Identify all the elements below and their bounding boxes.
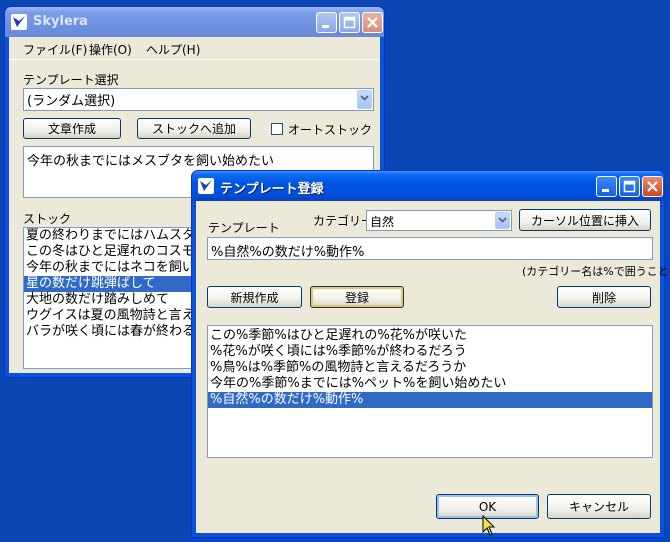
auto-stock-checkbox[interactable]	[271, 123, 283, 135]
generate-button[interactable]: 文章作成	[23, 118, 121, 139]
chevron-down-icon	[498, 217, 507, 223]
category-hint: (カテゴリー名は%で囲うこと)	[522, 265, 670, 278]
delete-button[interactable]: 削除	[557, 286, 651, 308]
output-text: 今年の秋までにはメスブタを飼い始めたい	[27, 154, 275, 169]
mouse-cursor-icon	[482, 515, 496, 536]
menu-help[interactable]: ヘルプ(H)	[146, 41, 200, 58]
template-item-selected[interactable]: %自然%の数だけ%動作%	[208, 392, 652, 408]
app-icon	[11, 14, 27, 30]
template-item[interactable]: %鳥%は%季節%の風物詩と言えるだろうか	[208, 360, 652, 376]
desktop: { "main_window": { "title": "Skylera", "…	[0, 0, 670, 542]
template-select-dropdown[interactable]	[357, 90, 372, 109]
auto-stock-label: オートストック	[288, 123, 373, 137]
register-button[interactable]: 登録	[310, 286, 404, 308]
template-select-value: (ランダム選択)	[27, 94, 116, 109]
stock-label: ストック	[23, 212, 72, 226]
menu-file[interactable]: ファイル(F)	[23, 41, 87, 58]
menu-operation[interactable]: 操作(O)	[89, 41, 132, 58]
minimize-button[interactable]	[316, 12, 337, 33]
template-input[interactable]: %自然%の数だけ%動作%	[207, 237, 653, 260]
chevron-down-icon	[360, 95, 369, 101]
dialog-client: テンプレート カテゴリー 自然 カーソル位置に挿入 %自然%の数だけ%動作% (…	[196, 201, 670, 533]
template-item[interactable]: この%季節%はひと足遅れの%花%が咲いた	[208, 328, 652, 344]
close-button[interactable]	[362, 12, 383, 33]
dialog-titlebar[interactable]: テンプレート登録	[192, 171, 664, 201]
template-item[interactable]: 今年の%季節%までには%ペット%を飼い始めたい	[208, 376, 652, 392]
dialog-app-icon	[198, 178, 214, 194]
dialog-close-button[interactable]	[642, 176, 663, 197]
template-select-label: テンプレート選択	[23, 73, 119, 87]
category-select-value: 自然	[370, 215, 395, 229]
dialog-title: テンプレート登録	[220, 182, 324, 197]
menu-divider	[9, 59, 380, 60]
category-select[interactable]: 自然	[366, 210, 512, 231]
category-label: カテゴリー	[313, 214, 374, 228]
template-dialog: テンプレート登録 テンプレート カテゴリー 自然 カーソル位置に挿入 %自然%の…	[191, 170, 670, 538]
main-window-title: Skylera	[33, 14, 88, 29]
maximize-button[interactable]	[339, 12, 360, 33]
menu-bar: ファイル(F) 操作(O) ヘルプ(H)	[9, 37, 380, 59]
template-item[interactable]: %花%が咲く頃には%季節%が終わるだろう	[208, 344, 652, 360]
template-label: テンプレート	[208, 221, 280, 235]
cancel-button[interactable]: キャンセル	[547, 494, 651, 519]
new-button[interactable]: 新規作成	[207, 286, 302, 308]
dialog-minimize-button[interactable]	[596, 176, 617, 197]
template-list[interactable]: この%季節%はひと足遅れの%花%が咲いた %花%が咲く頃には%季節%が終わるだろ…	[207, 325, 653, 458]
template-select[interactable]: (ランダム選択)	[23, 88, 374, 111]
category-select-dropdown[interactable]	[495, 212, 510, 229]
dialog-maximize-button[interactable]	[619, 176, 640, 197]
main-titlebar[interactable]: Skylera	[5, 7, 384, 37]
insert-at-cursor-button[interactable]: カーソル位置に挿入	[519, 209, 651, 231]
template-input-value: %自然%の数だけ%動作%	[211, 245, 365, 260]
add-stock-button[interactable]: ストックへ追加	[137, 118, 251, 139]
